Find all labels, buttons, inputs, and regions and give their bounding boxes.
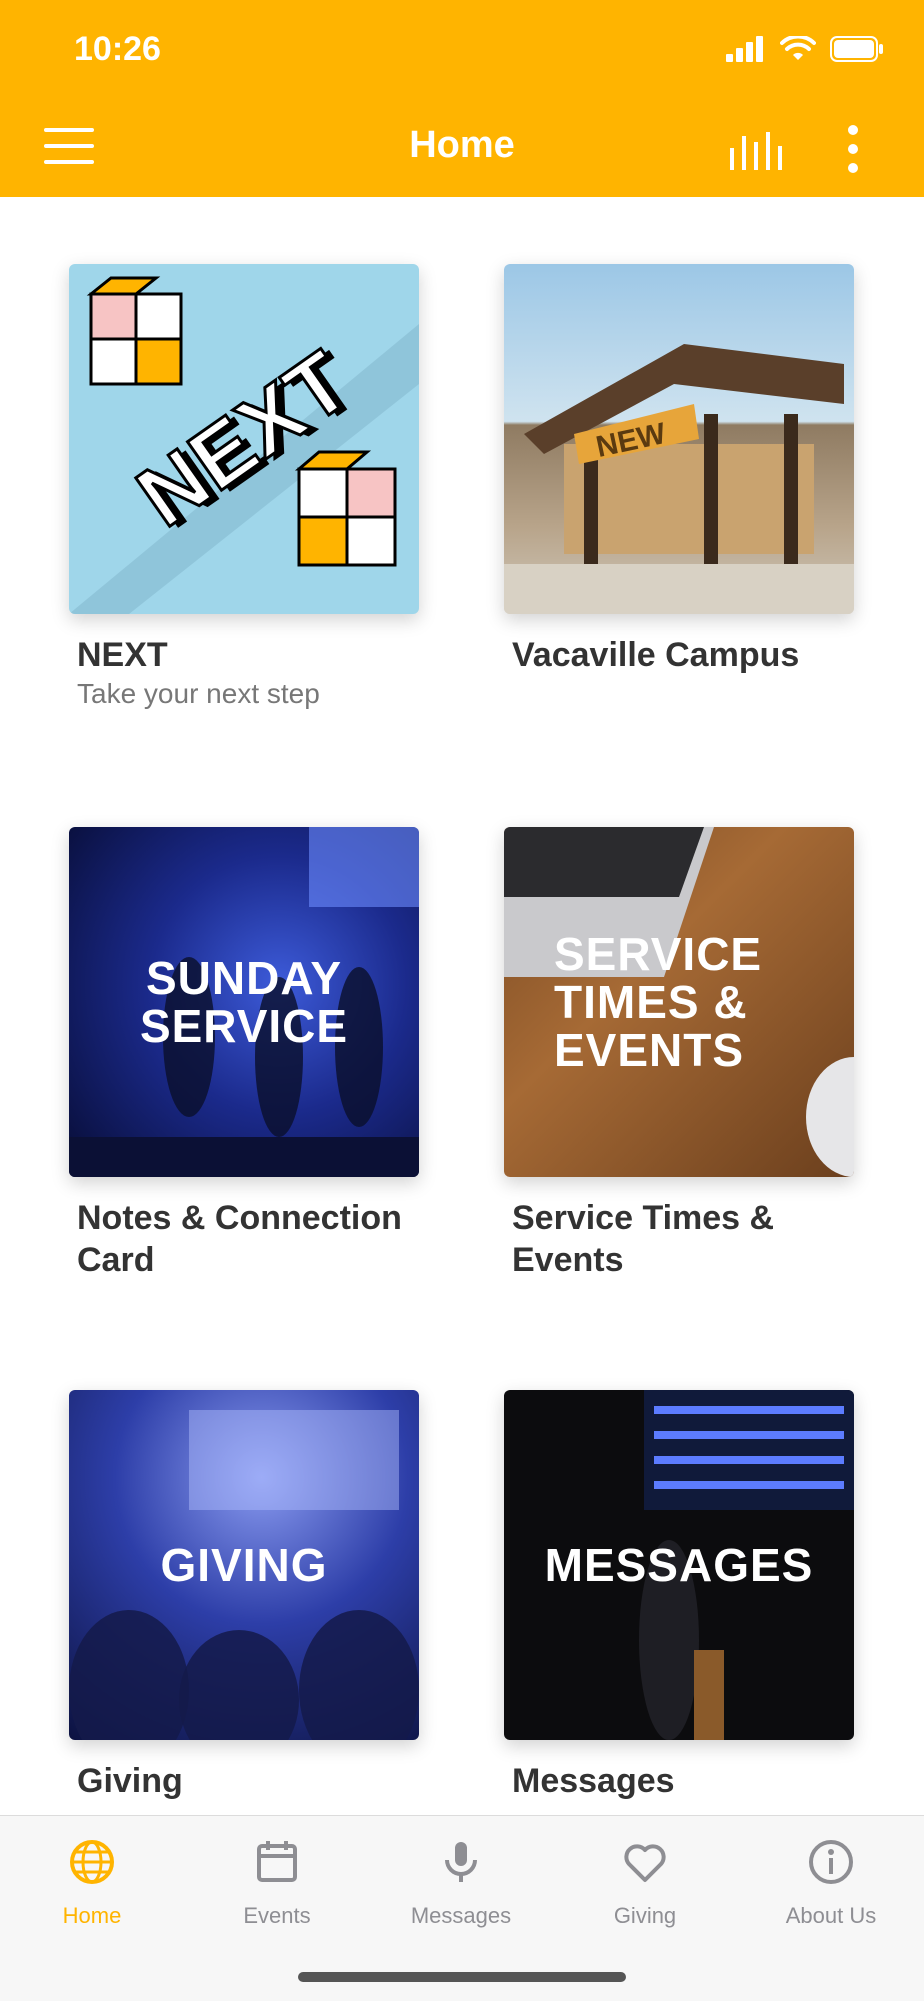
info-icon <box>809 1840 853 1884</box>
campus-image: NEW <box>504 264 854 614</box>
home-indicator[interactable] <box>298 1972 626 1982</box>
tab-label: Messages <box>410 1903 512 1928</box>
campus-building-graphic <box>504 344 854 614</box>
tile-giving[interactable]: GIVING Giving <box>69 1390 419 1802</box>
tab-messages[interactable]: Messages <box>381 1838 541 1929</box>
tile-title: Service Times & Events <box>512 1199 775 1279</box>
messages-text: MESSAGES <box>544 1539 814 1591</box>
tab-giving[interactable]: Giving <box>565 1838 725 1929</box>
tab-label: About Us <box>785 1903 877 1928</box>
tile-title: Messages <box>512 1762 675 1800</box>
tile-messages[interactable]: MESSAGES Messages <box>504 1390 854 1802</box>
sunday-service-image: SUNDAY SERVICE <box>69 827 419 1177</box>
tab-label: Events <box>243 1903 311 1928</box>
more-options-icon[interactable] <box>840 124 866 174</box>
tile-next[interactable]: NEXT NEXT Take your next step <box>69 264 419 710</box>
tab-label: Giving <box>613 1903 677 1928</box>
calendar-icon <box>257 1841 297 1882</box>
tile-vacaville-campus[interactable]: NEW Vacaville Campus <box>504 264 854 676</box>
giving-image: GIVING <box>69 1390 419 1740</box>
tile-subtitle: Take your next step <box>77 678 320 709</box>
tab-home[interactable]: Home <box>12 1838 172 1929</box>
tile-title: Giving <box>77 1762 183 1800</box>
page-title: Home <box>409 124 515 166</box>
cellular-signal-icon <box>726 36 763 62</box>
wifi-icon <box>780 36 816 60</box>
tab-about-us[interactable]: About Us <box>751 1838 911 1929</box>
sunday-service-text: SUNDAY SERVICE <box>139 952 349 1052</box>
next-image: NEXT <box>69 264 419 614</box>
status-time: 10:26 <box>74 30 161 68</box>
tile-title: NEXT <box>77 636 168 674</box>
service-times-image: SERVICE TIMES & EVENTS <box>504 827 854 1177</box>
globe-icon <box>70 1840 114 1884</box>
service-times-text: SERVICE TIMES & EVENTS <box>554 928 763 1076</box>
tile-service-times-events[interactable]: SERVICE TIMES & EVENTS Service Times & E… <box>504 827 854 1281</box>
tile-title: Vacaville Campus <box>512 636 800 674</box>
tab-label: Home <box>62 1903 122 1928</box>
tab-events[interactable]: Events <box>197 1838 357 1929</box>
status-icons <box>726 36 884 62</box>
giving-text: GIVING <box>160 1539 328 1591</box>
heart-icon <box>624 1844 666 1882</box>
microphone-icon <box>445 1842 477 1882</box>
tile-notes-connection-card[interactable]: SUNDAY SERVICE Notes & Connection Card <box>69 827 419 1281</box>
battery-icon <box>830 36 883 62</box>
messages-image: MESSAGES <box>504 1390 854 1740</box>
tile-title: Notes & Connection Card <box>77 1199 402 1279</box>
tile-grid: NEXT NEXT Take your next step NEW Vacavi… <box>0 197 924 1815</box>
audio-bars-icon[interactable] <box>728 130 782 170</box>
app-header: 10:26 Home <box>0 0 924 197</box>
next-image-text: NEXT <box>119 331 368 546</box>
